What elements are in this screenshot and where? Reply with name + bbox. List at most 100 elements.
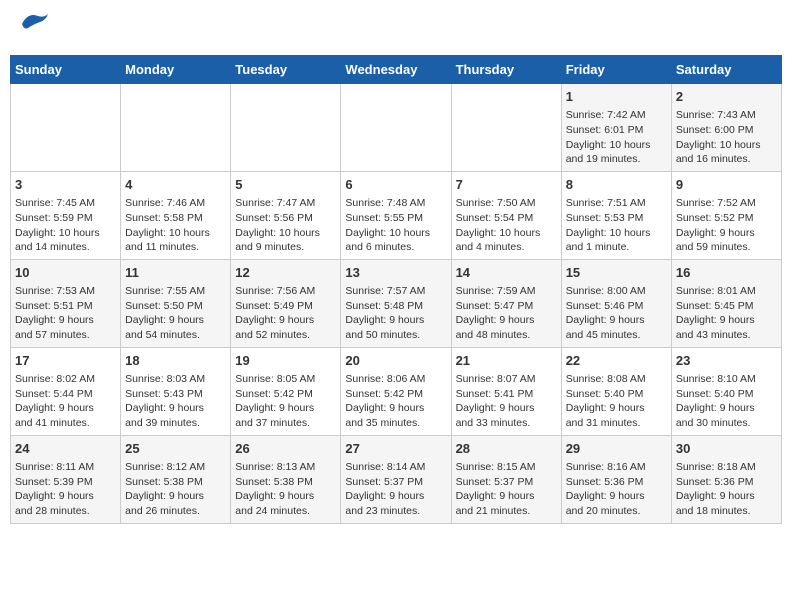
column-header-saturday: Saturday bbox=[671, 56, 781, 84]
day-info-line: and 9 minutes. bbox=[235, 240, 336, 255]
day-info-line: and 14 minutes. bbox=[15, 240, 116, 255]
day-info-line: and 43 minutes. bbox=[676, 328, 777, 343]
day-info-line: Daylight: 9 hours bbox=[456, 401, 557, 416]
day-info-line: Sunset: 5:45 PM bbox=[676, 299, 777, 314]
calendar-cell: 28Sunrise: 8:15 AMSunset: 5:37 PMDayligh… bbox=[451, 435, 561, 523]
day-number: 14 bbox=[456, 264, 557, 282]
calendar-cell: 26Sunrise: 8:13 AMSunset: 5:38 PMDayligh… bbox=[231, 435, 341, 523]
day-info-line: Daylight: 10 hours bbox=[676, 138, 777, 153]
calendar-cell: 21Sunrise: 8:07 AMSunset: 5:41 PMDayligh… bbox=[451, 347, 561, 435]
day-info-line: Daylight: 9 hours bbox=[566, 313, 667, 328]
day-info-line: Sunset: 5:53 PM bbox=[566, 211, 667, 226]
day-info-line: and 28 minutes. bbox=[15, 504, 116, 519]
day-info-line: and 33 minutes. bbox=[456, 416, 557, 431]
calendar-cell: 24Sunrise: 8:11 AMSunset: 5:39 PMDayligh… bbox=[11, 435, 121, 523]
calendar-cell: 3 Sunrise: 7:45 AMSunset: 5:59 PMDaylight… bbox=[11, 171, 121, 259]
day-number: 6 bbox=[345, 176, 446, 194]
day-info-line: Sunrise: 8:03 AM bbox=[125, 372, 226, 387]
day-info-line: Daylight: 10 hours bbox=[566, 138, 667, 153]
day-info-line: Sunset: 5:55 PM bbox=[345, 211, 446, 226]
calendar-cell: 15Sunrise: 8:00 AMSunset: 5:46 PMDayligh… bbox=[561, 259, 671, 347]
day-info-line: and 48 minutes. bbox=[456, 328, 557, 343]
day-info-line: Daylight: 9 hours bbox=[676, 401, 777, 416]
day-info-line: Sunset: 5:47 PM bbox=[456, 299, 557, 314]
day-info-line: Sunset: 5:37 PM bbox=[345, 475, 446, 490]
column-header-monday: Monday bbox=[121, 56, 231, 84]
day-info-line: Sunrise: 8:13 AM bbox=[235, 460, 336, 475]
day-info-line: Daylight: 9 hours bbox=[235, 489, 336, 504]
column-header-friday: Friday bbox=[561, 56, 671, 84]
day-info-line: Sunrise: 7:47 AM bbox=[235, 196, 336, 211]
day-info-line: Sunset: 5:44 PM bbox=[15, 387, 116, 402]
day-info-line: Sunrise: 7:45 AM bbox=[15, 196, 116, 211]
calendar-cell: 14Sunrise: 7:59 AMSunset: 5:47 PMDayligh… bbox=[451, 259, 561, 347]
day-info-line: Daylight: 10 hours bbox=[566, 226, 667, 241]
column-header-wednesday: Wednesday bbox=[341, 56, 451, 84]
day-info-line: Daylight: 9 hours bbox=[345, 489, 446, 504]
day-info-line: and 20 minutes. bbox=[566, 504, 667, 519]
day-number: 12 bbox=[235, 264, 336, 282]
day-number: 3 bbox=[15, 176, 116, 194]
calendar-cell: 29Sunrise: 8:16 AMSunset: 5:36 PMDayligh… bbox=[561, 435, 671, 523]
calendar-cell bbox=[451, 84, 561, 172]
day-info-line: Sunset: 5:36 PM bbox=[676, 475, 777, 490]
day-info-line: Daylight: 9 hours bbox=[676, 313, 777, 328]
day-info-line: Sunrise: 7:48 AM bbox=[345, 196, 446, 211]
calendar-cell: 2Sunrise: 7:43 AMSunset: 6:00 PMDaylight… bbox=[671, 84, 781, 172]
week-row-1: 1Sunrise: 7:42 AMSunset: 6:01 PMDaylight… bbox=[11, 84, 782, 172]
day-info-line: and 4 minutes. bbox=[456, 240, 557, 255]
day-number: 21 bbox=[456, 352, 557, 370]
day-info-line: and 6 minutes. bbox=[345, 240, 446, 255]
day-info-line: and 23 minutes. bbox=[345, 504, 446, 519]
day-info-line: Sunset: 5:40 PM bbox=[676, 387, 777, 402]
day-info-line: Sunrise: 8:11 AM bbox=[15, 460, 116, 475]
day-number: 5 bbox=[235, 176, 336, 194]
calendar-cell: 19Sunrise: 8:05 AMSunset: 5:42 PMDayligh… bbox=[231, 347, 341, 435]
day-info-line: and 50 minutes. bbox=[345, 328, 446, 343]
day-info-line: Sunset: 5:42 PM bbox=[345, 387, 446, 402]
day-info-line: Sunrise: 8:08 AM bbox=[566, 372, 667, 387]
day-info-line: Sunrise: 8:07 AM bbox=[456, 372, 557, 387]
day-info-line: Sunset: 5:39 PM bbox=[15, 475, 116, 490]
week-row-5: 24 Sunrise: 8:11 AMSunset: 5:39 PM Dayligh… bbox=[11, 435, 782, 523]
day-info-line: Sunrise: 8:18 AM bbox=[676, 460, 777, 475]
calendar-cell: 7Sunrise: 7:50 AMSunset: 5:54 PMDaylight… bbox=[451, 171, 561, 259]
calendar-cell bbox=[341, 84, 451, 172]
column-header-thursday: Thursday bbox=[451, 56, 561, 84]
day-info-line: and 19 minutes. bbox=[566, 152, 667, 167]
day-info-line: Sunset: 5:58 PM bbox=[125, 211, 226, 226]
day-info-line: Sunrise: 7:59 AM bbox=[456, 284, 557, 299]
day-info-line: Daylight: 9 hours bbox=[15, 401, 116, 416]
day-number: 24 bbox=[15, 440, 116, 458]
day-info-line: Sunrise: 8:05 AM bbox=[235, 372, 336, 387]
day-info-line: Daylight: 10 hours bbox=[345, 226, 446, 241]
day-info-line: Sunset: 5:52 PM bbox=[676, 211, 777, 226]
day-info-line: and 26 minutes. bbox=[125, 504, 226, 519]
logo bbox=[14, 10, 50, 47]
day-number: 7 bbox=[456, 176, 557, 194]
calendar-cell: 18Sunrise: 8:03 AMSunset: 5:43 PMDayligh… bbox=[121, 347, 231, 435]
calendar-cell: 20Sunrise: 8:06 AMSunset: 5:42 PMDayligh… bbox=[341, 347, 451, 435]
day-info-line: Sunrise: 8:06 AM bbox=[345, 372, 446, 387]
day-number: 13 bbox=[345, 264, 446, 282]
day-info-line: Sunset: 5:59 PM bbox=[15, 211, 116, 226]
day-info-line: and 52 minutes. bbox=[235, 328, 336, 343]
day-number: 10 bbox=[15, 264, 116, 282]
day-info-line: and 39 minutes. bbox=[125, 416, 226, 431]
calendar: SundayMondayTuesdayWednesdayThursdayFrid… bbox=[10, 55, 782, 524]
day-number: 22 bbox=[566, 352, 667, 370]
day-info-line: Sunset: 5:37 PM bbox=[456, 475, 557, 490]
day-info-line: Daylight: 9 hours bbox=[345, 401, 446, 416]
day-info-line: Daylight: 10 hours bbox=[235, 226, 336, 241]
day-info-line: Sunrise: 7:46 AM bbox=[125, 196, 226, 211]
day-info-line: and 24 minutes. bbox=[235, 504, 336, 519]
day-info-line: Sunrise: 8:15 AM bbox=[456, 460, 557, 475]
day-info-line: Daylight: 9 hours bbox=[15, 313, 116, 328]
day-number: 2 bbox=[676, 88, 777, 106]
day-info-line: Sunrise: 8:01 AM bbox=[676, 284, 777, 299]
day-info-line: and 21 minutes. bbox=[456, 504, 557, 519]
day-info-line: and 18 minutes. bbox=[676, 504, 777, 519]
calendar-cell: 1Sunrise: 7:42 AMSunset: 6:01 PMDaylight… bbox=[561, 84, 671, 172]
day-info-line: Daylight: 10 hours bbox=[15, 226, 116, 241]
day-info-line: Sunset: 5:38 PM bbox=[235, 475, 336, 490]
